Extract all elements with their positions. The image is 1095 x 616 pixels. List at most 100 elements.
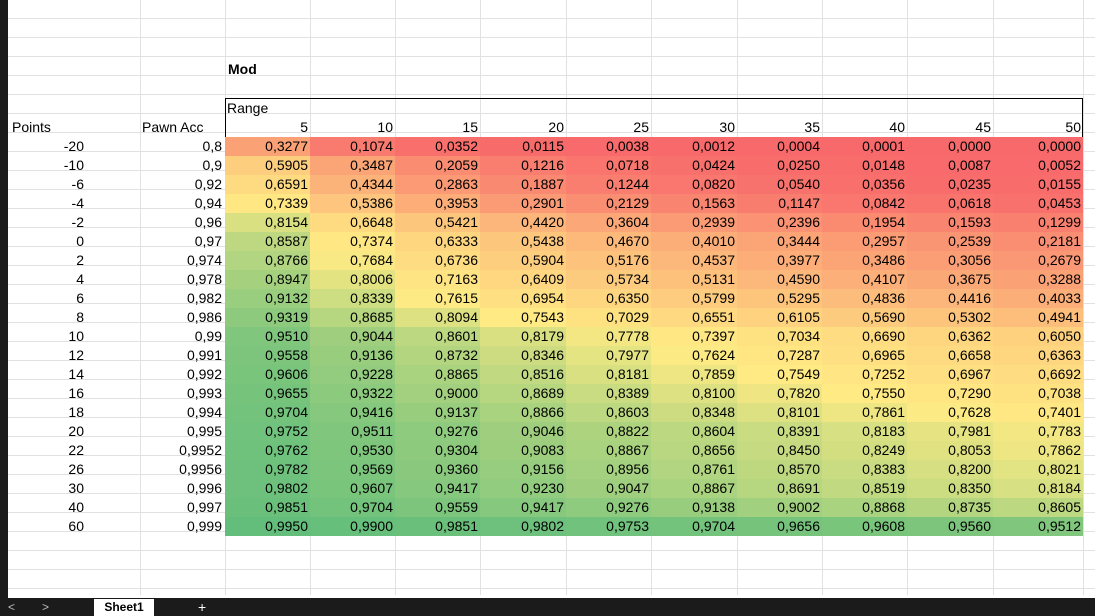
value-cell[interactable]: 0,6967 — [907, 365, 993, 384]
value-cell[interactable]: 0,9753 — [566, 517, 651, 536]
value-cell[interactable]: 0,8691 — [737, 479, 822, 498]
points-cell[interactable]: -10 — [8, 156, 84, 175]
value-cell[interactable]: 0,5438 — [480, 232, 566, 251]
value-cell[interactable]: 0,7543 — [480, 308, 566, 327]
range-value-cell[interactable]: 25 — [566, 118, 649, 137]
value-cell[interactable]: 0,6409 — [480, 270, 566, 289]
value-cell[interactable]: 0,0012 — [651, 137, 737, 156]
value-cell[interactable]: 0,4033 — [993, 289, 1083, 308]
value-cell[interactable]: 0,5905 — [225, 156, 310, 175]
value-cell[interactable]: 0,1074 — [310, 137, 395, 156]
value-cell[interactable]: 0,8100 — [651, 384, 737, 403]
points-cell[interactable]: 10 — [8, 327, 84, 346]
pawn-acc-cell[interactable]: 0,994 — [140, 403, 222, 422]
value-cell[interactable]: 0,3953 — [395, 194, 480, 213]
value-cell[interactable]: 0,6333 — [395, 232, 480, 251]
value-cell[interactable]: 0,9704 — [651, 517, 737, 536]
value-cell[interactable]: 0,5690 — [822, 308, 907, 327]
value-cell[interactable]: 0,4420 — [480, 213, 566, 232]
value-cell[interactable]: 0,8094 — [395, 308, 480, 327]
value-cell[interactable]: 0,8570 — [737, 460, 822, 479]
add-sheet-button[interactable]: + — [198, 599, 206, 615]
points-cell[interactable]: 6 — [8, 289, 84, 308]
value-cell[interactable]: 0,4941 — [993, 308, 1083, 327]
value-cell[interactable]: 0,9137 — [395, 403, 480, 422]
value-cell[interactable]: 0,3675 — [907, 270, 993, 289]
points-cell[interactable]: -4 — [8, 194, 84, 213]
value-cell[interactable]: 0,9607 — [310, 479, 395, 498]
value-cell[interactable]: 0,3486 — [822, 251, 907, 270]
pawn-acc-cell[interactable]: 0,992 — [140, 365, 222, 384]
value-cell[interactable]: 0,4537 — [651, 251, 737, 270]
value-cell[interactable]: 0,8519 — [822, 479, 907, 498]
value-cell[interactable]: 0,4416 — [907, 289, 993, 308]
value-cell[interactable]: 0,0424 — [651, 156, 737, 175]
value-cell[interactable]: 0,6105 — [737, 308, 822, 327]
value-cell[interactable]: 0,7290 — [907, 384, 993, 403]
value-cell[interactable]: 0,8866 — [480, 403, 566, 422]
value-cell[interactable]: 0,1244 — [566, 175, 651, 194]
points-cell[interactable]: -20 — [8, 137, 84, 156]
value-cell[interactable]: 0,8868 — [822, 498, 907, 517]
value-cell[interactable]: 0,9511 — [310, 422, 395, 441]
points-cell[interactable]: 0 — [8, 232, 84, 251]
value-cell[interactable]: 0,9704 — [310, 498, 395, 517]
value-cell[interactable]: 0,6363 — [993, 346, 1083, 365]
value-cell[interactable]: 0,2901 — [480, 194, 566, 213]
value-cell[interactable]: 0,0148 — [822, 156, 907, 175]
value-cell[interactable]: 0,5734 — [566, 270, 651, 289]
next-sheet-icon[interactable]: > — [42, 600, 49, 614]
value-cell[interactable]: 0,8601 — [395, 327, 480, 346]
range-value-cell[interactable]: 45 — [907, 118, 991, 137]
value-cell[interactable]: 0,8685 — [310, 308, 395, 327]
value-cell[interactable]: 0,7252 — [822, 365, 907, 384]
value-cell[interactable]: 0,2396 — [737, 213, 822, 232]
value-cell[interactable]: 0,8689 — [480, 384, 566, 403]
value-cell[interactable]: 0,9276 — [395, 422, 480, 441]
value-cell[interactable]: 0,7549 — [737, 365, 822, 384]
value-cell[interactable]: 0,0250 — [737, 156, 822, 175]
points-cell[interactable]: 40 — [8, 498, 84, 517]
points-cell[interactable]: 2 — [8, 251, 84, 270]
value-cell[interactable]: 0,0718 — [566, 156, 651, 175]
value-cell[interactable]: 0,7624 — [651, 346, 737, 365]
value-cell[interactable]: 0,8822 — [566, 422, 651, 441]
value-cell[interactable]: 0,7550 — [822, 384, 907, 403]
value-cell[interactable]: 0,9083 — [480, 441, 566, 460]
pawn-acc-cell[interactable]: 0,97 — [140, 232, 222, 251]
value-cell[interactable]: 0,8179 — [480, 327, 566, 346]
value-cell[interactable]: 0,9530 — [310, 441, 395, 460]
value-cell[interactable]: 0,8947 — [225, 270, 310, 289]
range-value-cell[interactable]: 40 — [822, 118, 905, 137]
value-cell[interactable]: 0,8732 — [395, 346, 480, 365]
value-cell[interactable]: 0,8249 — [822, 441, 907, 460]
value-cell[interactable]: 0,1216 — [480, 156, 566, 175]
value-cell[interactable]: 0,9560 — [907, 517, 993, 536]
points-cell[interactable]: -2 — [8, 213, 84, 232]
value-cell[interactable]: 0,7397 — [651, 327, 737, 346]
value-cell[interactable]: 0,7981 — [907, 422, 993, 441]
pawn-acc-cell[interactable]: 0,9956 — [140, 460, 222, 479]
value-cell[interactable]: 0,8348 — [651, 403, 737, 422]
value-cell[interactable]: 0,4107 — [822, 270, 907, 289]
value-cell[interactable]: 0,3487 — [310, 156, 395, 175]
value-cell[interactable]: 0,7615 — [395, 289, 480, 308]
value-cell[interactable]: 0,7977 — [566, 346, 651, 365]
value-cell[interactable]: 0,7859 — [651, 365, 737, 384]
value-cell[interactable]: 0,6965 — [822, 346, 907, 365]
value-cell[interactable]: 0,9044 — [310, 327, 395, 346]
points-cell[interactable]: 26 — [8, 460, 84, 479]
range-value-cell[interactable]: 20 — [480, 118, 564, 137]
value-cell[interactable]: 0,8605 — [993, 498, 1083, 517]
value-cell[interactable]: 0,1563 — [651, 194, 737, 213]
value-cell[interactable]: 0,4590 — [737, 270, 822, 289]
value-cell[interactable]: 0,0352 — [395, 137, 480, 156]
value-cell[interactable]: 0,4344 — [310, 175, 395, 194]
value-cell[interactable]: 0,4670 — [566, 232, 651, 251]
value-cell[interactable]: 0,1954 — [822, 213, 907, 232]
pawn-acc-cell[interactable]: 0,999 — [140, 517, 222, 536]
value-cell[interactable]: 0,0087 — [907, 156, 993, 175]
value-cell[interactable]: 0,5295 — [737, 289, 822, 308]
value-cell[interactable]: 0,0842 — [822, 194, 907, 213]
value-cell[interactable]: 0,9762 — [225, 441, 310, 460]
